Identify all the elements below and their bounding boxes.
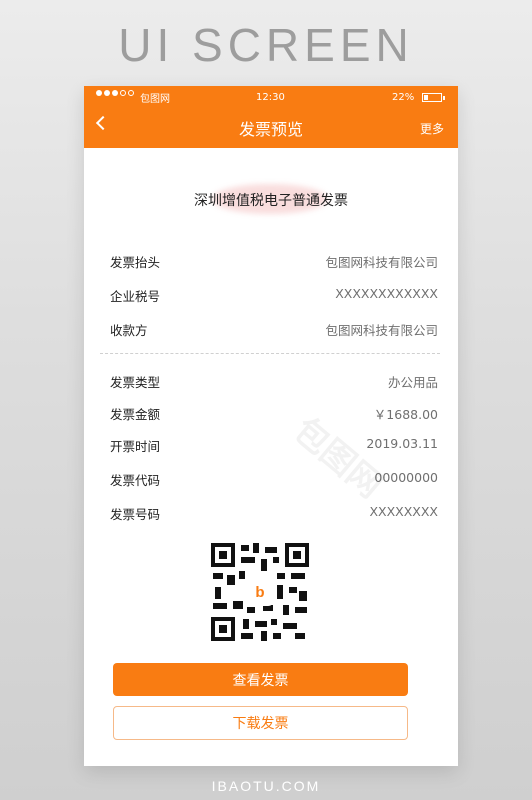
info-row: 开票时间 2019.03.11 [84, 436, 458, 456]
info-value-invoice-type: 办公用品 [387, 375, 438, 390]
info-value-invoice-header: 包图网科技有限公司 [325, 255, 438, 270]
info-value-payee: 包图网科技有限公司 [325, 323, 438, 338]
app-header: 包图网 12:30 22% 发票预览 更多 [84, 86, 458, 148]
dashed-divider [100, 353, 440, 354]
info-label-tax-id: 企业税号 [110, 289, 161, 304]
battery-fill [424, 95, 428, 100]
status-time: 12:30 [256, 92, 285, 103]
banner-title: UI SCREEN [118, 19, 414, 71]
page-title: 发票预览 [238, 120, 303, 139]
status-bar: 包图网 12:30 22% [84, 86, 458, 110]
invoice-title: 深圳增值税电子普通发票 [194, 193, 348, 209]
info-label-invoice-type: 发票类型 [110, 375, 161, 390]
info-label-issue-date: 开票时间 [110, 439, 161, 454]
info-row: 发票号码 XXXXXXXX [84, 504, 458, 524]
more-button[interactable]: 更多 [420, 120, 444, 137]
info-row: 发票类型 办公用品 [84, 372, 458, 392]
info-label-invoice-header: 发票抬头 [110, 255, 161, 270]
info-row: 发票抬头 包图网科技有限公司 [84, 252, 458, 272]
footer-brand: IBAOTU.COM [211, 778, 321, 794]
phone-screen: 包图网 12:30 22% 发票预览 更多 深圳增值税电子普通发票 发票抬头 包… [84, 86, 458, 766]
signal-icon [96, 90, 134, 96]
battery-percent: 22% [392, 92, 415, 103]
download-invoice-button[interactable]: 下载发票 [113, 706, 408, 740]
info-value-invoice-number: XXXXXXXX [369, 504, 438, 519]
info-row: 收款方 包图网科技有限公司 [84, 320, 458, 340]
info-label-invoice-number: 发票号码 [110, 507, 161, 522]
qr-code: b [211, 543, 309, 641]
info-value-issue-date: 2019.03.11 [366, 436, 438, 451]
info-label-invoice-code: 发票代码 [110, 473, 161, 488]
view-invoice-button[interactable]: 查看发票 [113, 663, 408, 696]
info-label-amount: 发票金额 [110, 407, 161, 422]
info-row: 发票代码 00000000 [84, 470, 458, 490]
carrier-label: 包图网 [140, 94, 170, 105]
info-row: 发票金额 ￥1688.00 [84, 404, 458, 424]
battery-cap [443, 96, 445, 100]
info-label-payee: 收款方 [110, 323, 148, 338]
info-value-tax-id: XXXXXXXXXXXX [335, 286, 438, 301]
info-row: 企业税号 XXXXXXXXXXXX [84, 286, 458, 306]
brand-logo-icon: b [249, 581, 271, 603]
battery-icon [422, 93, 442, 102]
info-value-amount: ￥1688.00 [373, 407, 438, 422]
